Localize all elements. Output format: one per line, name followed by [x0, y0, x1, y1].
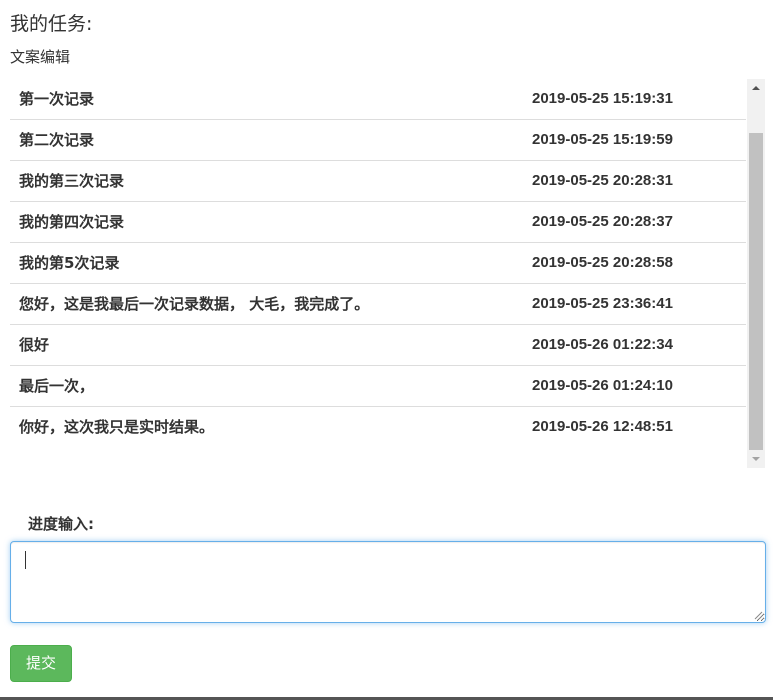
record-row: 我的第三次记录 2019-05-25 20:28:31	[10, 161, 746, 202]
record-timestamp: 2019-05-25 20:28:37	[532, 213, 673, 230]
record-row: 您好，这是我最后一次记录数据， 大毛，我完成了。 2019-05-25 23:3…	[10, 284, 746, 325]
record-text: 第一次记录	[19, 90, 95, 108]
record-row: 很好 2019-05-26 01:22:34	[10, 325, 746, 366]
record-row: 你好，这次我只是实时结果。 2019-05-26 12:48:51	[10, 407, 746, 447]
record-text: 第二次记录	[19, 131, 95, 149]
record-list: 第一次记录 2019-05-25 15:19:31 第二次记录 2019-05-…	[10, 79, 746, 468]
record-text: 我的第四次记录	[19, 213, 125, 231]
record-panel: 第一次记录 2019-05-25 15:19:31 第二次记录 2019-05-…	[10, 79, 766, 468]
record-timestamp: 2019-05-25 20:28:58	[532, 254, 673, 271]
scroll-down-arrow-icon	[752, 457, 760, 461]
record-scrollbar[interactable]	[747, 79, 765, 468]
record-row: 第一次记录 2019-05-25 15:19:31	[10, 79, 746, 120]
record-text: 很好	[19, 336, 50, 354]
scroll-down-button[interactable]	[747, 450, 765, 468]
record-timestamp: 2019-05-25 15:19:59	[532, 131, 673, 148]
scroll-thumb[interactable]	[749, 133, 763, 450]
record-timestamp: 2019-05-26 12:48:51	[532, 418, 673, 435]
task-page: 我的任务: 文案编辑 第一次记录 2019-05-25 15:19:31 第二次…	[0, 0, 773, 700]
progress-input-label: 进度输入:	[28, 515, 94, 533]
record-row: 我的第5次记录 2019-05-25 20:28:58	[10, 243, 746, 284]
scroll-up-arrow-icon	[752, 86, 760, 90]
scroll-up-button[interactable]	[747, 79, 765, 97]
page-title: 我的任务:	[10, 13, 93, 35]
resize-grip-icon[interactable]	[753, 610, 763, 620]
record-timestamp: 2019-05-25 15:19:31	[532, 90, 673, 107]
record-timestamp: 2019-05-26 01:22:34	[532, 336, 673, 353]
record-timestamp: 2019-05-26 01:24:10	[532, 377, 673, 394]
text-caret	[25, 551, 26, 569]
progress-input[interactable]	[10, 541, 766, 623]
record-timestamp: 2019-05-25 23:36:41	[532, 295, 673, 312]
record-text: 我的第5次记录	[19, 254, 120, 272]
submit-button[interactable]: 提交	[10, 645, 72, 682]
record-timestamp: 2019-05-25 20:28:31	[532, 172, 673, 189]
record-text: 最后一次，	[19, 377, 95, 395]
task-name: 文案编辑	[10, 48, 71, 66]
record-row: 我的第四次记录 2019-05-25 20:28:37	[10, 202, 746, 243]
record-row: 第二次记录 2019-05-25 15:19:59	[10, 120, 746, 161]
record-row: 最后一次， 2019-05-26 01:24:10	[10, 366, 746, 407]
record-text: 您好，这是我最后一次记录数据， 大毛，我完成了。	[19, 295, 370, 313]
record-text: 我的第三次记录	[19, 172, 125, 190]
record-text: 你好，这次我只是实时结果。	[19, 418, 215, 436]
